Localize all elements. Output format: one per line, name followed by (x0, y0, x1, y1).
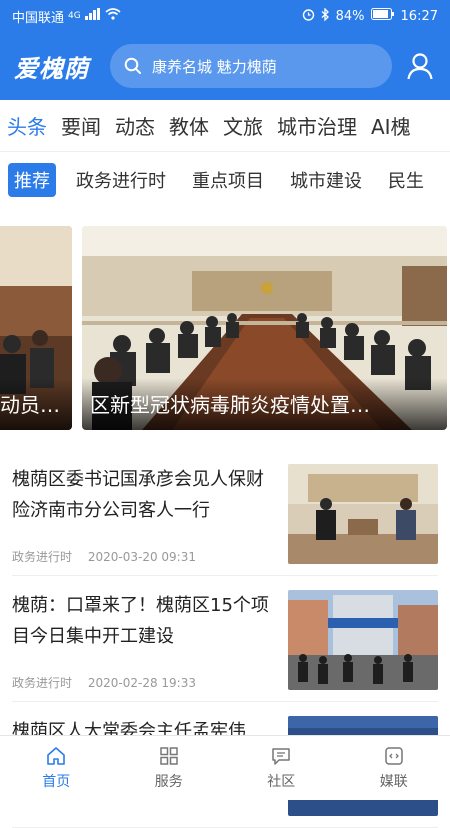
banner-caption-current: 区新型冠状病毒肺炎疫情处置… (82, 378, 447, 430)
nav-media-label: 媒联 (380, 771, 408, 791)
signal-icon (85, 8, 101, 24)
wifi-icon (105, 8, 121, 24)
tab-city-governance[interactable]: 城市治理 (270, 111, 364, 140)
battery-icon (371, 8, 395, 24)
search-placeholder: 康养名城 魅力槐荫 (152, 56, 277, 77)
subtab-key-projects[interactable]: 重点项目 (192, 163, 264, 197)
tab-headline[interactable]: 头条 (0, 111, 54, 140)
grid-icon (158, 745, 180, 767)
nav-community[interactable]: 社区 (225, 736, 338, 800)
news-title: 槐荫：口罩来了！槐荫区15个项目今日集中开工建设 (12, 590, 276, 652)
clock-time: 16:27 (401, 9, 438, 24)
nav-home-label: 首页 (42, 771, 70, 791)
search-bar[interactable]: 康养名城 魅力槐荫 (110, 44, 392, 88)
news-category: 政务进行时 (12, 676, 72, 690)
network-label: 4G (68, 11, 81, 21)
news-category: 政务进行时 (12, 550, 72, 564)
subtab-government[interactable]: 政务进行时 (76, 163, 166, 197)
nav-services[interactable]: 服务 (113, 736, 226, 800)
tab-ai[interactable]: AI槐 (364, 111, 418, 140)
home-icon (45, 745, 67, 767)
app-header: 爱槐荫 康养名城 魅力槐荫 (0, 32, 450, 100)
news-time: 2020-02-28 19:33 (88, 676, 196, 690)
subtab-livelihood[interactable]: 民生 (388, 163, 424, 197)
tab-updates[interactable]: 动态 (108, 111, 162, 140)
news-item[interactable]: 槐荫区委书记国承彦会见人保财险济南市分公司客人一行 政务进行时 2020-03-… (12, 450, 438, 576)
user-icon (406, 52, 434, 80)
nav-media[interactable]: 媒联 (338, 736, 450, 800)
news-thumbnail (288, 590, 438, 690)
nav-home[interactable]: 首页 (0, 736, 113, 800)
news-title: 槐荫区委书记国承彦会见人保财险济南市分公司客人一行 (12, 464, 276, 526)
app-logo[interactable]: 爱槐荫 (14, 49, 106, 84)
sub-tabs: 推荐 政务进行时 重点项目 城市建设 民生 (0, 152, 450, 208)
alarm-icon (302, 8, 315, 25)
bottom-nav: 首页 服务 社区 媒联 (0, 735, 450, 800)
user-button[interactable] (404, 50, 436, 82)
tab-education[interactable]: 教体 (162, 111, 216, 140)
banner-slide-current[interactable]: 区新型冠状病毒肺炎疫情处置… (82, 226, 447, 430)
news-meta: 政务进行时 2020-03-20 09:31 (12, 548, 208, 565)
news-item[interactable]: 槐荫：口罩来了！槐荫区15个项目今日集中开工建设 政务进行时 2020-02-2… (12, 576, 438, 702)
channel-tabs: 头条 要闻 动态 教体 文旅 城市治理 AI槐 (0, 100, 450, 152)
media-icon (383, 745, 405, 767)
nav-services-label: 服务 (155, 771, 183, 791)
news-meta: 政务进行时 2020-02-28 19:33 (12, 674, 208, 691)
nav-community-label: 社区 (267, 771, 295, 791)
subtab-recommend[interactable]: 推荐 (8, 163, 56, 197)
news-time: 2020-03-20 09:31 (88, 550, 196, 564)
tab-news[interactable]: 要闻 (54, 111, 108, 140)
battery-percent: 84% (336, 9, 365, 24)
banner-caption-previous: 动员… (0, 378, 72, 430)
chat-icon (270, 745, 292, 767)
carrier-label: 中国联通 (12, 7, 64, 26)
status-bar: 中国联通 4G 84% 16:27 (0, 0, 450, 32)
banner-slide-previous[interactable]: 动员… (0, 226, 72, 430)
subtab-city-construction[interactable]: 城市建设 (290, 163, 362, 197)
search-icon (124, 57, 142, 75)
news-thumbnail (288, 464, 438, 564)
banner-carousel[interactable]: 动员… (0, 226, 450, 430)
bluetooth-icon (321, 8, 330, 25)
tab-culture-tourism[interactable]: 文旅 (216, 111, 270, 140)
